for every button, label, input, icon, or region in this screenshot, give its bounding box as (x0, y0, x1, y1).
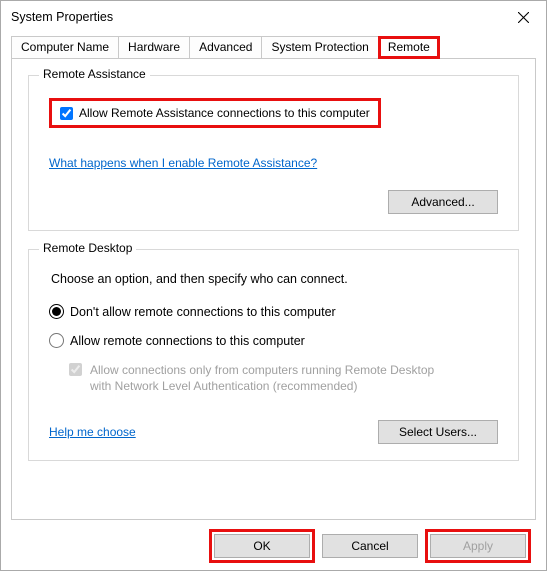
remote-assistance-help-link[interactable]: What happens when I enable Remote Assist… (49, 156, 317, 170)
ok-button[interactable]: OK (214, 534, 310, 558)
remote-assistance-group: Remote Assistance Allow Remote Assistanc… (28, 75, 519, 231)
radio-allow-label: Allow remote connections to this compute… (70, 334, 305, 348)
window-title: System Properties (11, 10, 113, 24)
nla-checkbox (69, 363, 82, 376)
radio-dont-allow[interactable] (49, 304, 64, 319)
nla-label: Allow connections only from computers ru… (90, 362, 434, 394)
remote-desktop-intro: Choose an option, and then specify who c… (51, 272, 498, 286)
radio-allow[interactable] (49, 333, 64, 348)
tab-strip: Computer Name Hardware Advanced System P… (11, 35, 536, 59)
remote-desktop-group: Remote Desktop Choose an option, and the… (28, 249, 519, 461)
radio-row-dont-allow[interactable]: Don't allow remote connections to this c… (49, 304, 498, 319)
tab-remote[interactable]: Remote (378, 36, 440, 59)
system-properties-window: System Properties Computer Name Hardware… (0, 0, 547, 571)
remote-desktop-legend: Remote Desktop (39, 241, 136, 255)
tab-hardware[interactable]: Hardware (118, 36, 190, 59)
allow-remote-assistance-highlight: Allow Remote Assistance connections to t… (49, 98, 381, 128)
tab-computer-name[interactable]: Computer Name (11, 36, 119, 59)
titlebar: System Properties (1, 1, 546, 33)
allow-remote-assistance-label: Allow Remote Assistance connections to t… (79, 106, 370, 120)
client-area: Computer Name Hardware Advanced System P… (1, 33, 546, 570)
advanced-button[interactable]: Advanced... (388, 190, 498, 214)
remote-assistance-legend: Remote Assistance (39, 67, 150, 81)
radio-dont-allow-label: Don't allow remote connections to this c… (70, 305, 336, 319)
allow-remote-assistance-checkbox[interactable] (60, 107, 73, 120)
select-users-button[interactable]: Select Users... (378, 420, 498, 444)
tab-advanced[interactable]: Advanced (189, 36, 262, 59)
close-button[interactable] (500, 1, 546, 33)
radio-row-allow[interactable]: Allow remote connections to this compute… (49, 333, 498, 348)
apply-button: Apply (430, 534, 526, 558)
cancel-button[interactable]: Cancel (322, 534, 418, 558)
remote-tab-page: Remote Assistance Allow Remote Assistanc… (11, 58, 536, 520)
dialog-buttons: OK Cancel Apply (11, 520, 536, 570)
close-icon (518, 12, 529, 23)
help-me-choose-link[interactable]: Help me choose (49, 425, 136, 439)
tab-system-protection[interactable]: System Protection (261, 36, 378, 59)
nla-check-row: Allow connections only from computers ru… (69, 362, 498, 394)
